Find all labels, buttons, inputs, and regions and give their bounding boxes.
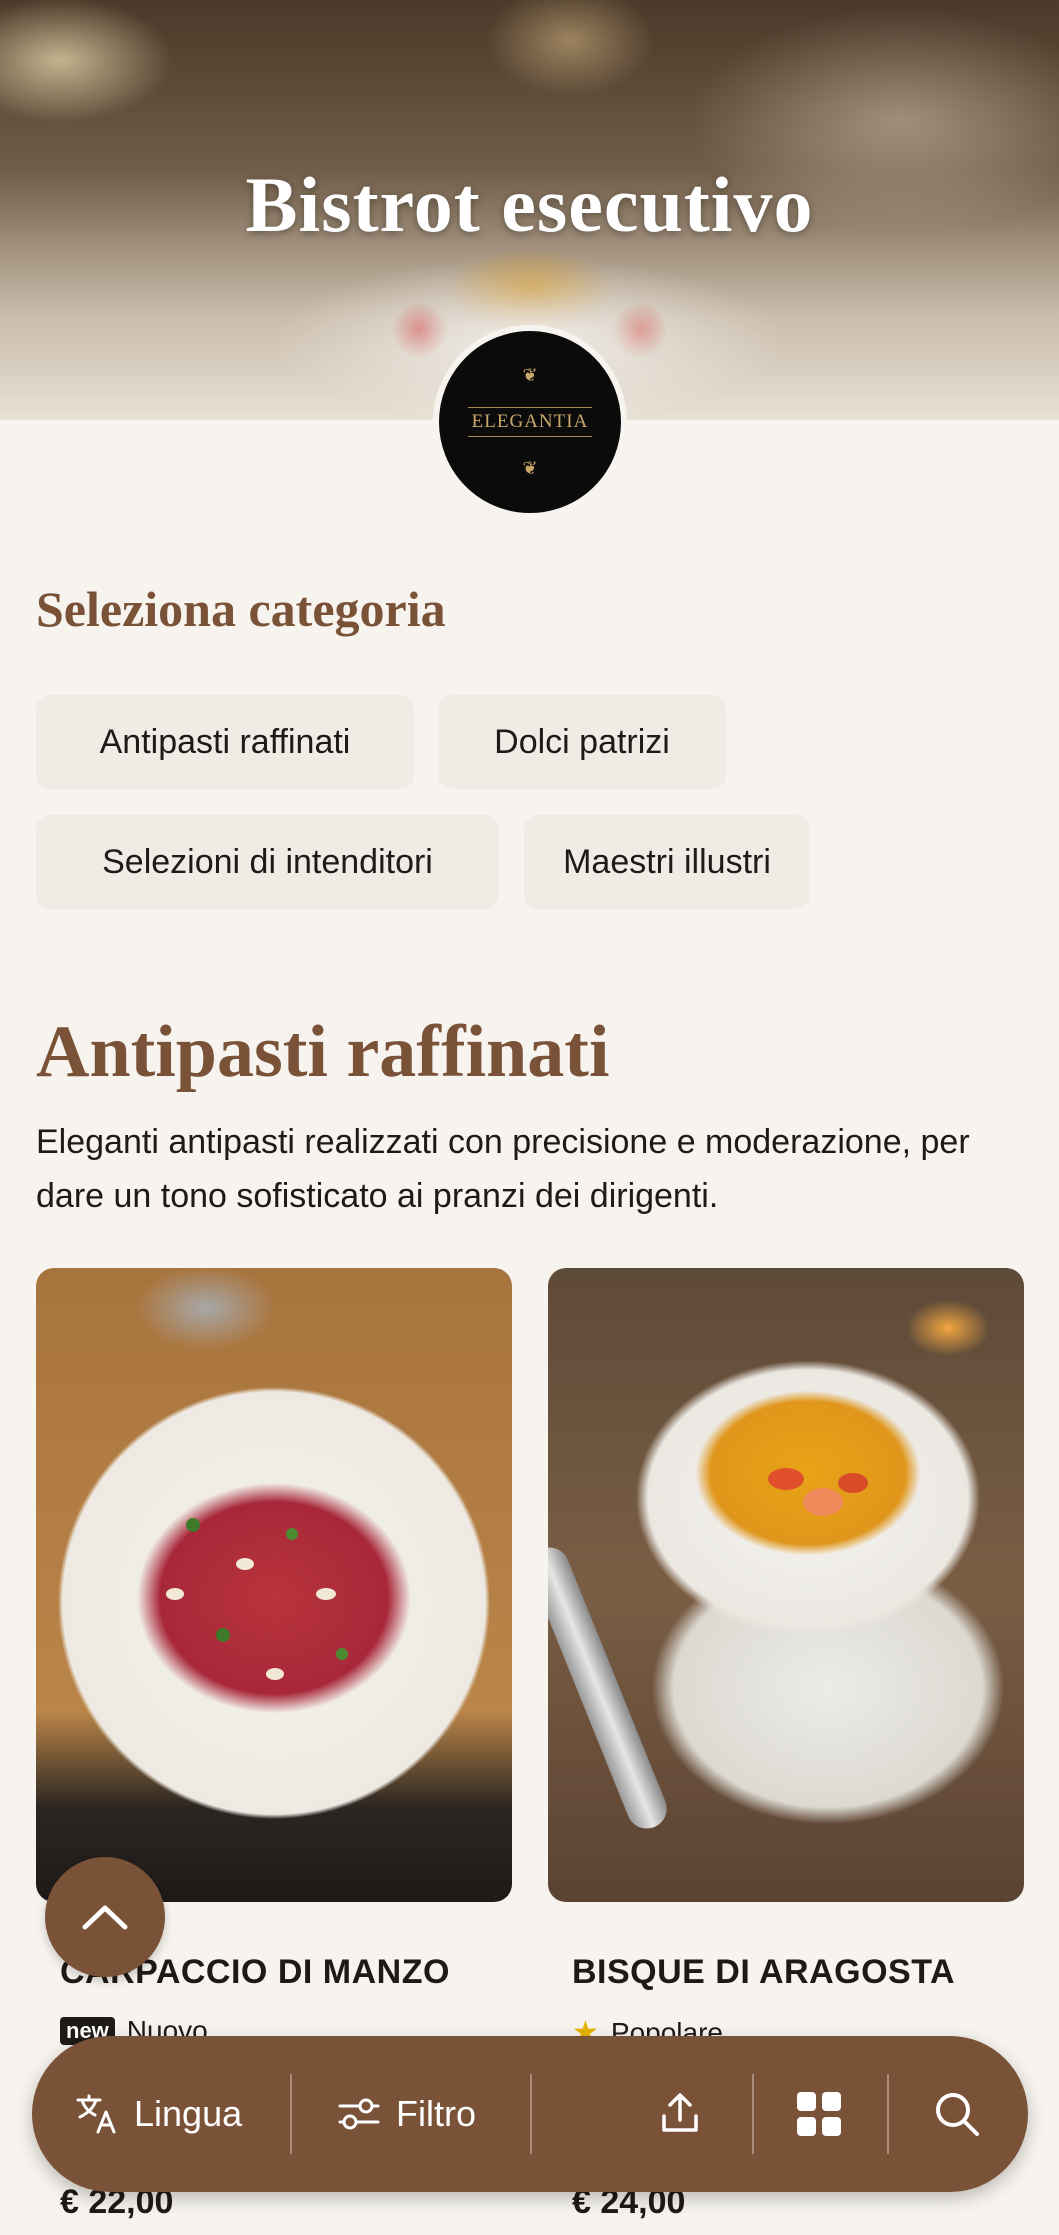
garnish (186, 1518, 200, 1532)
divider (752, 2074, 754, 2154)
garnish (266, 1668, 284, 1680)
logo-ornament-top: ❦ (522, 365, 538, 385)
garnish (236, 1558, 254, 1570)
restaurant-logo: ❦ ELEGANTIA ❦ (433, 325, 627, 519)
category-selector-heading: Seleziona categoria (36, 581, 446, 637)
logo-text: ELEGANTIA (467, 407, 593, 437)
garnish (166, 1588, 184, 1600)
bottom-toolbar: Lingua Filtro (32, 2036, 1028, 2192)
filter-label: Filtro (396, 2093, 476, 2134)
lobster-piece (803, 1488, 843, 1516)
share-upload-icon (662, 2093, 698, 2132)
divider (887, 2074, 889, 2154)
translate-icon (76, 2094, 116, 2134)
divider (530, 2074, 532, 2154)
item-name-bisque[interactable]: BISQUE DI ARAGOSTA (572, 1953, 955, 1992)
logo-ornament-bottom: ❦ (522, 458, 538, 478)
scroll-to-top-button[interactable] (45, 1857, 165, 1977)
grid-icon (797, 2092, 841, 2136)
filter-button[interactable]: Filtro (336, 2036, 476, 2192)
search-button[interactable] (932, 2036, 982, 2192)
lobster-piece (768, 1468, 804, 1490)
garnish (336, 1648, 348, 1660)
filter-sliders-icon (338, 2098, 380, 2130)
category-description: Eleganti antipasti realizzati con precis… (36, 1123, 970, 1215)
grid-view-button[interactable] (794, 2036, 844, 2192)
language-button[interactable]: Lingua (74, 2036, 242, 2192)
garnish (286, 1528, 298, 1540)
divider (290, 2074, 292, 2154)
share-button[interactable] (656, 2036, 704, 2192)
chip-dolci-patrizi[interactable]: Dolci patrizi (438, 695, 726, 789)
chip-maestri-illustri[interactable]: Maestri illustri (524, 815, 810, 909)
chip-selezioni-intenditori[interactable]: Selezioni di intenditori (36, 815, 499, 909)
garnish (216, 1628, 230, 1642)
chevron-up-icon (82, 1905, 128, 1930)
lobster-piece (838, 1473, 868, 1493)
spoon (548, 1541, 673, 1835)
garnish (316, 1588, 336, 1600)
bisque-image[interactable] (548, 1268, 1024, 1902)
language-label: Lingua (134, 2093, 243, 2134)
page-title: Bistrot esecutivo (245, 161, 814, 248)
category-title: Antipasti raffinati (36, 1011, 610, 1093)
chip-antipasti-raffinati[interactable]: Antipasti raffinati (36, 695, 414, 789)
carpaccio-image[interactable] (36, 1268, 512, 1902)
search-icon (936, 2093, 979, 2136)
